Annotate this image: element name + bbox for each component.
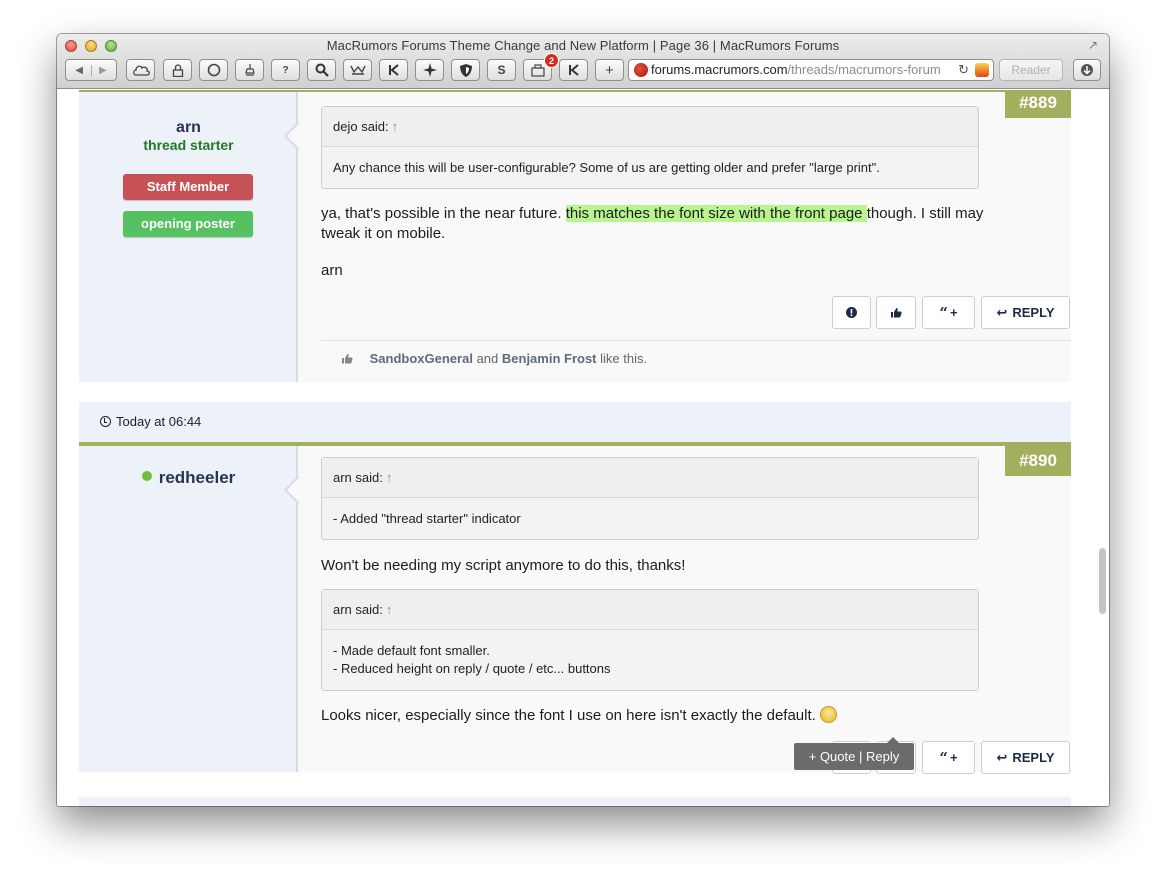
quote-header: arn said: ↑ xyxy=(322,458,978,498)
reply-button[interactable]: ↩ REPLY xyxy=(981,296,1070,329)
quote-header: arn said: ↑ xyxy=(322,590,978,630)
selection-quote-tooltip: + Quote | Reply xyxy=(794,737,914,770)
exclamation-icon xyxy=(846,307,857,318)
browser-window: MacRumors Forums Theme Change and New Pl… xyxy=(57,34,1109,806)
cloud-icon[interactable] xyxy=(126,59,155,81)
forward-icon[interactable]: ▶ xyxy=(92,65,107,76)
extension-badge: 2 xyxy=(544,53,559,68)
lock-icon[interactable] xyxy=(163,59,192,81)
address-bar[interactable]: forums.macrumors.com/threads/macrumors-f… xyxy=(628,59,994,81)
message-text: Won't be needing my script anymore to do… xyxy=(321,557,686,574)
signature: arn xyxy=(321,262,343,279)
quote-header: dejo said: ↑ xyxy=(322,107,978,147)
fullscreen-icon[interactable]: ↗ xyxy=(1088,38,1102,52)
message-text: ya, that's possible in the near future. … xyxy=(321,205,984,242)
opening-poster-banner: opening poster xyxy=(123,211,253,237)
thumbs-up-icon xyxy=(891,308,902,318)
page-content: arn thread starter Staff Member opening … xyxy=(57,90,1109,806)
liker-link[interactable]: Benjamin Frost xyxy=(502,351,597,366)
jump-to-quote-icon[interactable]: ↑ xyxy=(386,470,393,485)
puzzle-icon[interactable] xyxy=(415,59,444,81)
like-button[interactable] xyxy=(876,296,916,329)
message-text: Looks nicer, especially since the font I… xyxy=(321,706,991,726)
add-tab-icon[interactable]: + xyxy=(595,59,624,81)
extension-menu-icon[interactable] xyxy=(975,63,989,77)
smiley-icon xyxy=(820,706,837,723)
dollar-icon[interactable]: S xyxy=(487,59,516,81)
quote-author: arn said: xyxy=(333,602,383,617)
quote-icon: “ xyxy=(939,303,949,322)
user-title: thread starter xyxy=(143,137,234,153)
post-number[interactable]: #890 xyxy=(1005,446,1071,476)
download-icon[interactable] xyxy=(1073,59,1101,81)
post-number[interactable]: #889 xyxy=(1005,90,1071,118)
search-icon[interactable] xyxy=(307,59,336,81)
online-status-icon xyxy=(141,471,152,481)
quote-block: arn said: ↑ - Made default font smaller. … xyxy=(321,589,979,691)
user-info-column: redheeler xyxy=(79,446,313,772)
username[interactable]: arn xyxy=(79,119,298,137)
likes-summary: SandboxGeneral and Benjamin Frost like t… xyxy=(321,340,1071,380)
site-favicon-icon xyxy=(634,63,648,77)
username[interactable]: redheeler xyxy=(79,468,298,488)
back-icon[interactable]: ◀ xyxy=(75,64,92,76)
report-button[interactable] xyxy=(832,296,871,329)
quote-text: - Made default font smaller. - Reduced h… xyxy=(333,643,611,676)
multi-quote-button[interactable]: “+ xyxy=(922,741,975,774)
quote-icon: “ xyxy=(939,748,949,767)
post-890: redheeler #890 arn said: ↑ - Added "threa… xyxy=(79,442,1071,774)
crown-icon[interactable] xyxy=(343,59,372,81)
quote-author: arn said: xyxy=(333,470,383,485)
post-889: arn thread starter Staff Member opening … xyxy=(79,90,1071,382)
reply-button[interactable]: ↩ REPLY xyxy=(981,741,1070,774)
question-icon[interactable]: ? xyxy=(271,59,300,81)
liker-link[interactable]: SandboxGeneral xyxy=(370,351,473,366)
scrollbar-thumb[interactable] xyxy=(1099,548,1106,614)
reload-icon[interactable]: ↻ xyxy=(958,60,969,80)
scrollbar[interactable] xyxy=(1097,90,1109,806)
thumbs-up-icon xyxy=(342,354,353,364)
k-icon[interactable] xyxy=(559,59,588,81)
user-info-column: arn thread starter Staff Member opening … xyxy=(79,92,313,382)
multi-quote-button[interactable]: “+ xyxy=(922,296,975,329)
quote-author: dejo said: xyxy=(333,119,389,134)
url-text[interactable]: forums.macrumors.com/threads/macrumors-f… xyxy=(651,60,941,80)
window-title: MacRumors Forums Theme Change and New Pl… xyxy=(326,38,840,53)
extension-icon[interactable]: 2 xyxy=(523,53,559,81)
next-post-bar xyxy=(79,797,1071,806)
stamp-icon[interactable] xyxy=(235,59,264,81)
tooltip-reply-link[interactable]: Reply xyxy=(866,749,899,764)
browser-toolbar: MacRumors Forums Theme Change and New Pl… xyxy=(57,34,1109,89)
jump-to-quote-icon[interactable]: ↑ xyxy=(386,602,393,617)
jump-to-quote-icon[interactable]: ↑ xyxy=(392,119,399,134)
reader-button[interactable]: Reader xyxy=(999,59,1063,81)
quote-text: - Added "thread starter" indicator xyxy=(333,511,521,526)
clock-icon xyxy=(100,416,111,427)
quote-block: arn said: ↑ - Added "thread starter" indi… xyxy=(321,457,979,540)
highlighted-text: this matches the font size with the fron… xyxy=(565,205,867,222)
reply-icon: ↩ xyxy=(996,749,1008,765)
reply-icon: ↩ xyxy=(996,304,1008,320)
circle-icon[interactable] xyxy=(199,59,228,81)
shield-icon[interactable] xyxy=(451,59,480,81)
quote-block: dejo said: ↑ Any chance this will be user… xyxy=(321,106,979,189)
post-date[interactable]: Today at 06:44 xyxy=(116,414,201,429)
back-forward-buttons[interactable]: ◀ ▶ xyxy=(65,59,117,81)
tooltip-quote-link[interactable]: + Quote xyxy=(809,749,856,764)
post-date-bar: Today at 06:44 xyxy=(79,402,1071,442)
quote-text: Any chance this will be user-configurabl… xyxy=(333,160,880,175)
first-icon[interactable] xyxy=(379,59,408,81)
staff-member-banner: Staff Member xyxy=(123,174,253,200)
